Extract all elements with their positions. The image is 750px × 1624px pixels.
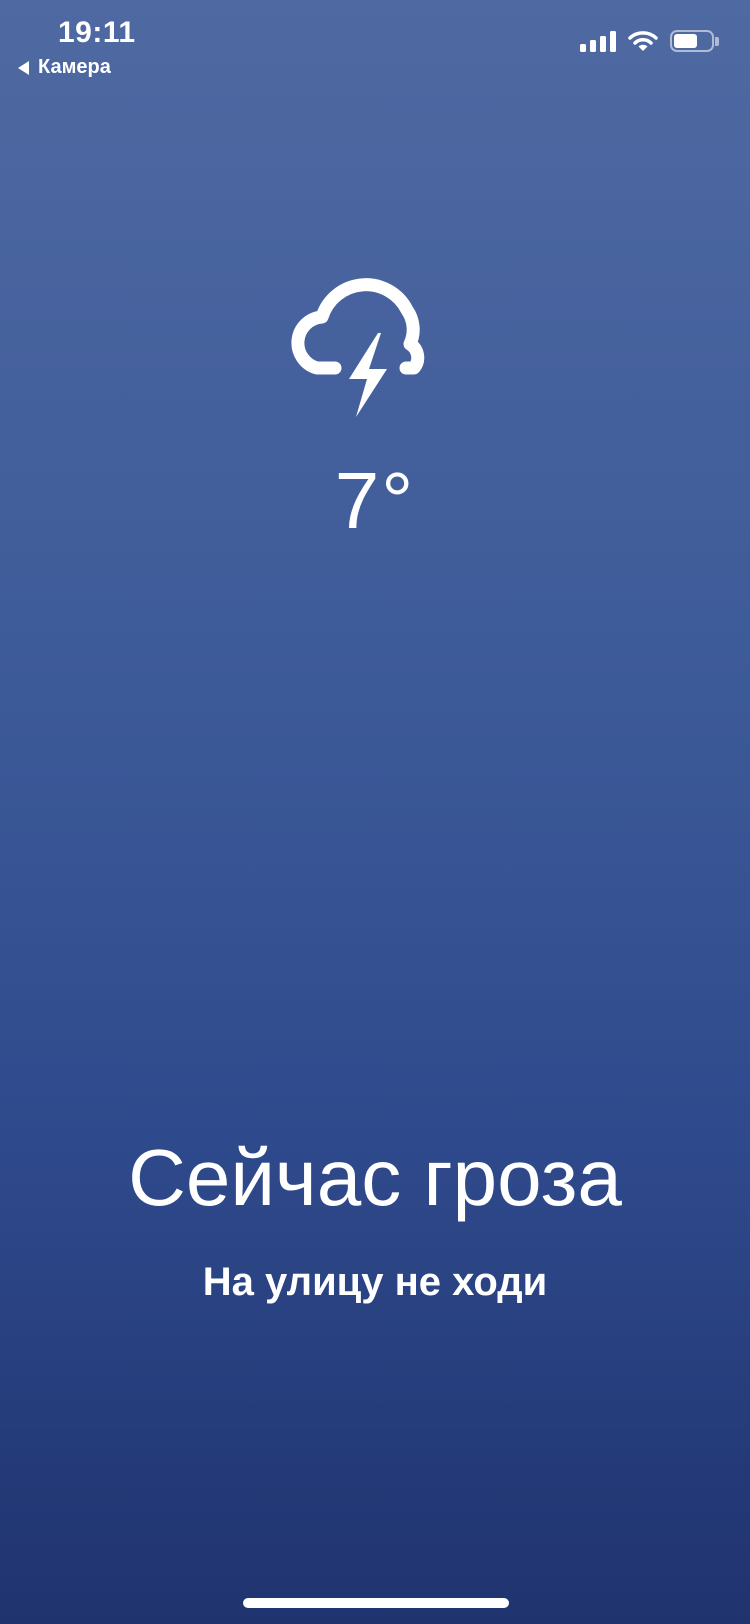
cloud-lightning-icon bbox=[291, 278, 425, 417]
status-time: 19:11 bbox=[58, 16, 136, 49]
weather-advice: На улицу не ходи bbox=[202, 1260, 548, 1304]
home-indicator[interactable] bbox=[243, 1598, 509, 1608]
status-icons bbox=[580, 30, 720, 52]
battery-fill bbox=[674, 34, 698, 48]
weather-headline: Сейчас гроза bbox=[128, 1133, 622, 1222]
back-link-label: Камера bbox=[38, 56, 111, 78]
signal-icon bbox=[580, 30, 616, 52]
back-to-camera-link[interactable]: Камера bbox=[18, 56, 111, 79]
battery-icon bbox=[670, 30, 719, 52]
wifi-icon bbox=[628, 30, 658, 52]
back-arrow-icon bbox=[18, 60, 29, 75]
temperature: 7° bbox=[334, 456, 416, 545]
